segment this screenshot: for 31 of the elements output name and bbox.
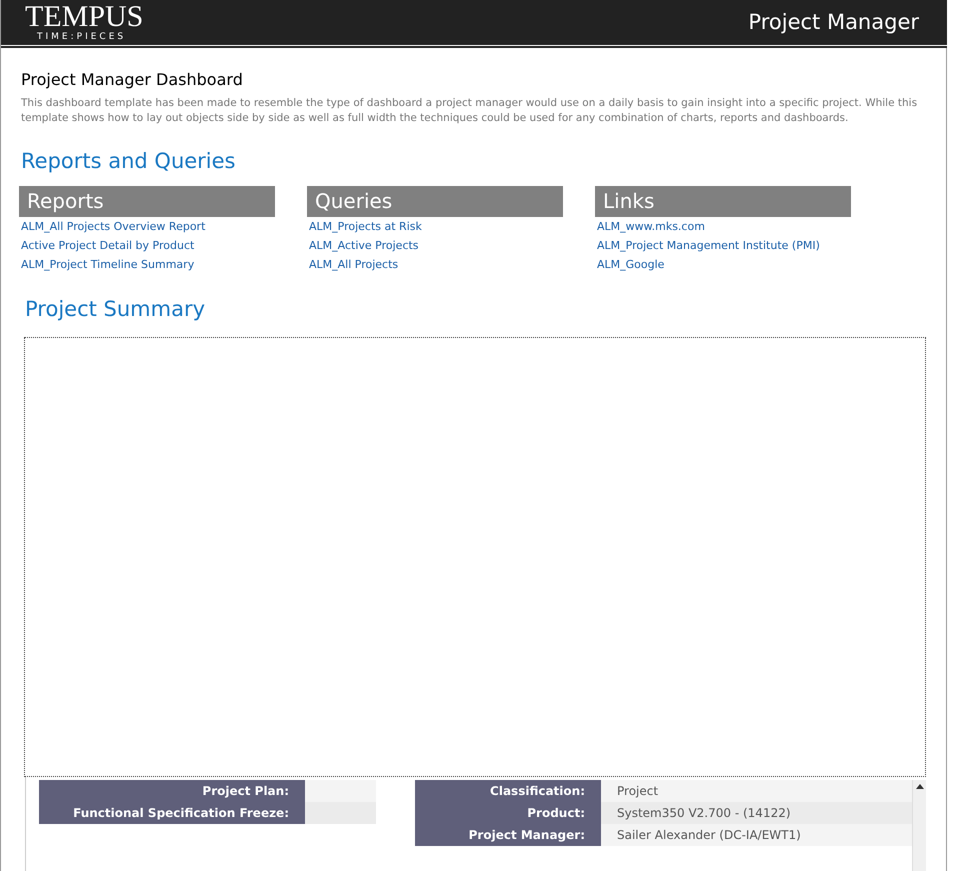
report-link[interactable]: ALM_All Projects: [307, 254, 563, 274]
dashboard-description: This dashboard template has been made to resemble the type of dashboard a project manager would use on a daily basis to gain insight into a specific project. While this template shows how to lay out objects side by side as well as full width the techniques could be used for any combination of charts, reports and dashboards.: [21, 96, 918, 126]
field-label: Functional Specification Freeze:: [39, 802, 305, 824]
field-value: Project: [601, 780, 912, 802]
scroll-up-icon[interactable]: [916, 784, 924, 789]
logo-subtext: TIME:PIECES: [36, 30, 126, 42]
section-heading: Reports and Queries: [21, 148, 237, 175]
report-link[interactable]: ALM_Projects at Risk: [307, 216, 563, 236]
page-title: Project Manager: [748, 8, 919, 36]
logo-text: TEMPUS: [25, 2, 144, 30]
panel-header: Links: [595, 186, 851, 216]
field-value: Sailer Alexander (DC-IA/EWT1): [601, 824, 912, 846]
panel-header: Reports: [19, 186, 275, 216]
field-value: [305, 802, 376, 824]
field-label: Project Plan:: [39, 780, 305, 802]
field-label: Product:: [415, 802, 601, 824]
scrollbar[interactable]: [912, 780, 926, 871]
field-value: [305, 780, 376, 802]
field-label: Classification:: [415, 780, 601, 802]
report-link[interactable]: ALM_Project Management Institute (PMI): [595, 236, 851, 254]
panel-header: Queries: [307, 186, 563, 216]
report-link[interactable]: ALM_www.mks.com: [595, 216, 851, 236]
report-link[interactable]: ALM_All Projects Overview Report: [19, 216, 275, 236]
field-label: Project Manager:: [415, 824, 601, 846]
report-link[interactable]: ALM_Google: [595, 254, 851, 274]
section-heading: Project Summary: [25, 296, 206, 322]
field-value: System350 V2.700 - (14122): [601, 802, 912, 824]
report-link[interactable]: ALM_Active Projects: [307, 236, 563, 254]
report-link[interactable]: ALM_Project Timeline Summary: [19, 254, 275, 274]
dashboard-title: Project Manager Dashboard: [21, 69, 244, 91]
report-link[interactable]: Active Project Detail by Product: [19, 236, 275, 254]
